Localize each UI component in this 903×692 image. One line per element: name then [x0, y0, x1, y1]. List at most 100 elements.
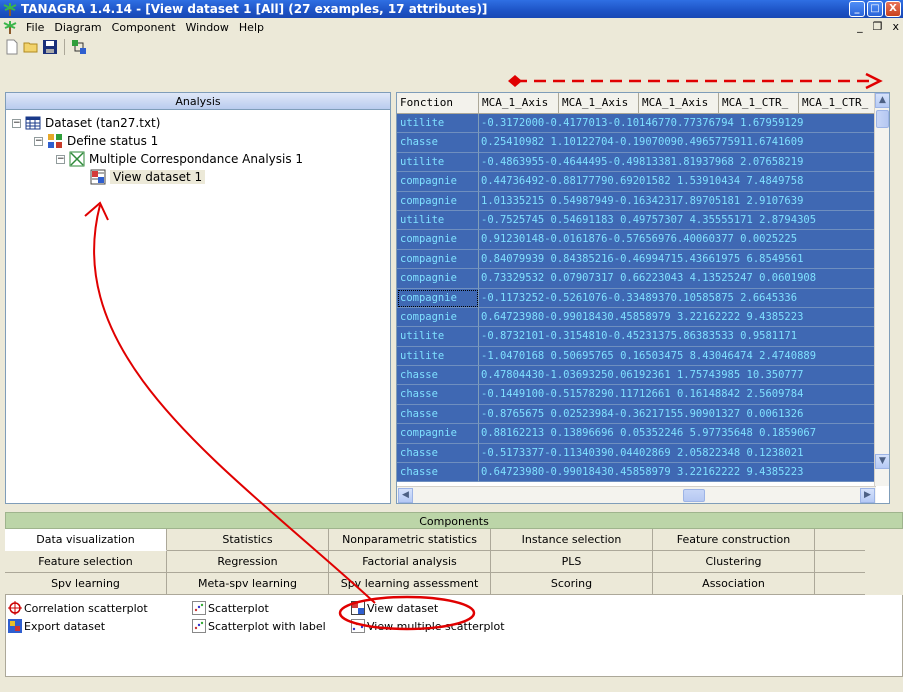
table-row[interactable]: compagnie 0.73329532 0.07907317 0.6622304…	[397, 269, 876, 289]
values-cell: 0.73329532 0.07907317 0.66223043 4.13525…	[479, 269, 876, 289]
table-row[interactable]: chasse 0.64723980-0.99018430.45858979 3.2…	[397, 463, 876, 483]
status-bar	[0, 680, 903, 692]
vertical-scrollbar[interactable]: ▲ ▼	[874, 93, 889, 486]
tool-label: Correlation scatterplot	[24, 601, 148, 615]
tab-data-visualization[interactable]: Data visualization	[5, 529, 167, 551]
menu-help[interactable]: Help	[234, 21, 269, 34]
grid-body[interactable]: utilite -0.3172000-0.4177013-0.10146770.7…	[397, 114, 876, 486]
analysis-panel: Analysis − Dataset (tan27.txt) − Define …	[5, 92, 391, 504]
tab-scoring[interactable]: Scoring	[491, 573, 653, 595]
tool-scatterplot[interactable]: Scatterplot	[192, 601, 269, 615]
tool-export-dataset[interactable]: Export dataset	[8, 619, 105, 633]
mdi-restore-button[interactable]: ❐	[873, 20, 883, 33]
diamond-marker	[508, 75, 522, 87]
table-row[interactable]: compagnie 0.88162213 0.13896696 0.0535224…	[397, 424, 876, 444]
scroll-left-button[interactable]: ◀	[398, 488, 413, 503]
table-row[interactable]: chasse -0.1449100-0.51578290.11712661 0.1…	[397, 385, 876, 405]
mdi-minimize-button[interactable]: _	[857, 20, 863, 33]
tool-label: View multiple scatterplot	[367, 619, 505, 633]
table-row[interactable]: compagnie 0.64723980-0.99018430.45858979 …	[397, 307, 876, 328]
table-row[interactable]: compagnie 1.01335215 0.54987949-0.1634231…	[397, 191, 876, 211]
tool-label: Export dataset	[24, 619, 106, 633]
tab-meta-spv-learning[interactable]: Meta-spv learning	[167, 573, 329, 595]
table-row[interactable]: utilite -0.4863955-0.4644495-0.49813381.8…	[397, 152, 876, 173]
tab-spv-learning[interactable]: Spv learning	[5, 573, 167, 595]
tab-feature-construction[interactable]: Feature construction	[653, 529, 815, 551]
values-cell: 0.44736492-0.88177790.69201582 1.5391043…	[479, 172, 876, 192]
collapse-toggle[interactable]: −	[56, 154, 65, 164]
scroll-right-button[interactable]: ▶	[860, 488, 875, 503]
collapse-toggle[interactable]: −	[34, 136, 43, 146]
values-cell: 0.47804430-1.03693250.06192361 1.7574398…	[479, 366, 876, 386]
table-row[interactable]: utilite -0.8732101-0.3154810-0.45231375.8…	[397, 327, 876, 347]
column-header[interactable]: MCA_1_CTR_	[799, 93, 876, 113]
scroll-up-button[interactable]: ▲	[875, 93, 889, 108]
table-row[interactable]: chasse 0.47804430-1.03693250.06192361 1.7…	[397, 366, 876, 386]
table-row-focused[interactable]: compagnie -0.1173252-0.5261076-0.33489370…	[397, 288, 876, 308]
fonction-cell: chasse	[397, 463, 479, 483]
tool-scatterplot-with-label[interactable]: Scatterplot with label	[192, 619, 326, 633]
table-row[interactable]: compagnie 0.84079939 0.84385216-0.4699471…	[397, 249, 876, 270]
tab-feature-selection[interactable]: Feature selection	[5, 551, 167, 573]
title-bar[interactable]: TANAGRA 1.4.14 - [View dataset 1 [All] (…	[0, 0, 903, 18]
tab-factorial-analysis[interactable]: Factorial analysis	[329, 551, 491, 573]
open-folder-icon[interactable]	[23, 39, 39, 55]
fonction-cell: compagnie	[397, 269, 479, 289]
tree-node-view-dataset[interactable]: View dataset 1	[90, 168, 206, 186]
column-header[interactable]: MCA_1_Axis	[639, 93, 719, 113]
tree-node-label: Dataset (tan27.txt)	[45, 116, 161, 130]
dataset-grid-panel: Fonction MCA_1_Axis MCA_1_Axis MCA_1_Axi…	[396, 92, 890, 504]
tree-node-mca[interactable]: − Multiple Correspondance Analysis 1	[56, 150, 303, 168]
table-row[interactable]: utilite -0.7525745 0.54691183 0.49757307 …	[397, 210, 876, 231]
menu-bar: File Diagram Component Window Help _ ❐ x	[0, 18, 903, 36]
tool-correlation-scatterplot[interactable]: Correlation scatterplot	[8, 601, 148, 615]
tab-nonparametric-statistics[interactable]: Nonparametric statistics	[329, 529, 491, 551]
menu-file[interactable]: File	[21, 21, 49, 34]
tree-node-define-status[interactable]: − Define status 1	[34, 132, 158, 150]
column-header[interactable]: MCA_1_Axis	[479, 93, 559, 113]
minimize-button[interactable]: _	[849, 1, 865, 17]
tool-view-multiple-scatterplot[interactable]: View multiple scatterplot	[351, 619, 505, 633]
menu-window[interactable]: Window	[181, 21, 234, 34]
table-row[interactable]: chasse 0.25410982 1.10122704-0.19070090.4…	[397, 133, 876, 153]
fonction-cell: compagnie	[397, 424, 479, 444]
table-row[interactable]: utilite -1.0470168 0.50695765 0.16503475 …	[397, 346, 876, 367]
scroll-down-button[interactable]: ▼	[875, 454, 889, 469]
tree-node-dataset[interactable]: − Dataset (tan27.txt)	[12, 114, 160, 132]
vertical-scroll-thumb[interactable]	[876, 110, 889, 128]
table-row[interactable]: compagnie 0.44736492-0.88177790.69201582 …	[397, 172, 876, 192]
tool-view-dataset[interactable]: View dataset	[351, 601, 438, 615]
values-cell: -0.8732101-0.3154810-0.45231375.86383533…	[479, 327, 876, 347]
horizontal-scroll-thumb[interactable]	[683, 489, 705, 502]
maximize-button[interactable]: □	[867, 1, 883, 17]
tab-spv-learning-assessment[interactable]: Spv learning assessment	[329, 573, 491, 595]
menu-component[interactable]: Component	[107, 21, 181, 34]
fonction-cell: chasse	[397, 404, 479, 425]
tab-statistics[interactable]: Statistics	[167, 529, 329, 551]
table-row[interactable]: chasse -0.5173377-0.11340390.04402869 2.0…	[397, 443, 876, 464]
tanagra-palm-icon	[3, 21, 17, 34]
column-header[interactable]: Fonction	[397, 93, 479, 113]
tab-pls[interactable]: PLS	[491, 551, 653, 573]
horizontal-scrollbar[interactable]: ◀ ▶	[397, 486, 876, 503]
column-header[interactable]: MCA_1_Axis	[559, 93, 639, 113]
new-file-icon[interactable]	[4, 39, 20, 55]
values-cell: -0.8765675 0.02523984-0.36217155.9090132…	[479, 404, 876, 425]
tab-spacer	[815, 529, 865, 551]
table-row[interactable]: utilite -0.3172000-0.4177013-0.10146770.7…	[397, 114, 876, 134]
table-row[interactable]: chasse -0.8765675 0.02523984-0.36217155.9…	[397, 404, 876, 425]
execute-diagram-icon[interactable]	[71, 39, 87, 55]
save-disk-icon[interactable]	[42, 39, 58, 55]
tree-node-label: Define status 1	[67, 134, 159, 148]
mdi-close-button[interactable]: x	[892, 20, 899, 33]
tab-association[interactable]: Association	[653, 573, 815, 595]
table-row[interactable]: compagnie 0.91230148-0.0161876-0.57656976…	[397, 230, 876, 250]
tab-clustering[interactable]: Clustering	[653, 551, 815, 573]
tab-regression[interactable]: Regression	[167, 551, 329, 573]
menu-diagram[interactable]: Diagram	[49, 21, 106, 34]
tab-instance-selection[interactable]: Instance selection	[491, 529, 653, 551]
values-cell: 0.91230148-0.0161876-0.57656976.40060377…	[479, 230, 876, 250]
column-header[interactable]: MCA_1_CTR_	[719, 93, 799, 113]
collapse-toggle[interactable]: −	[12, 118, 21, 128]
close-button[interactable]: X	[885, 1, 901, 17]
